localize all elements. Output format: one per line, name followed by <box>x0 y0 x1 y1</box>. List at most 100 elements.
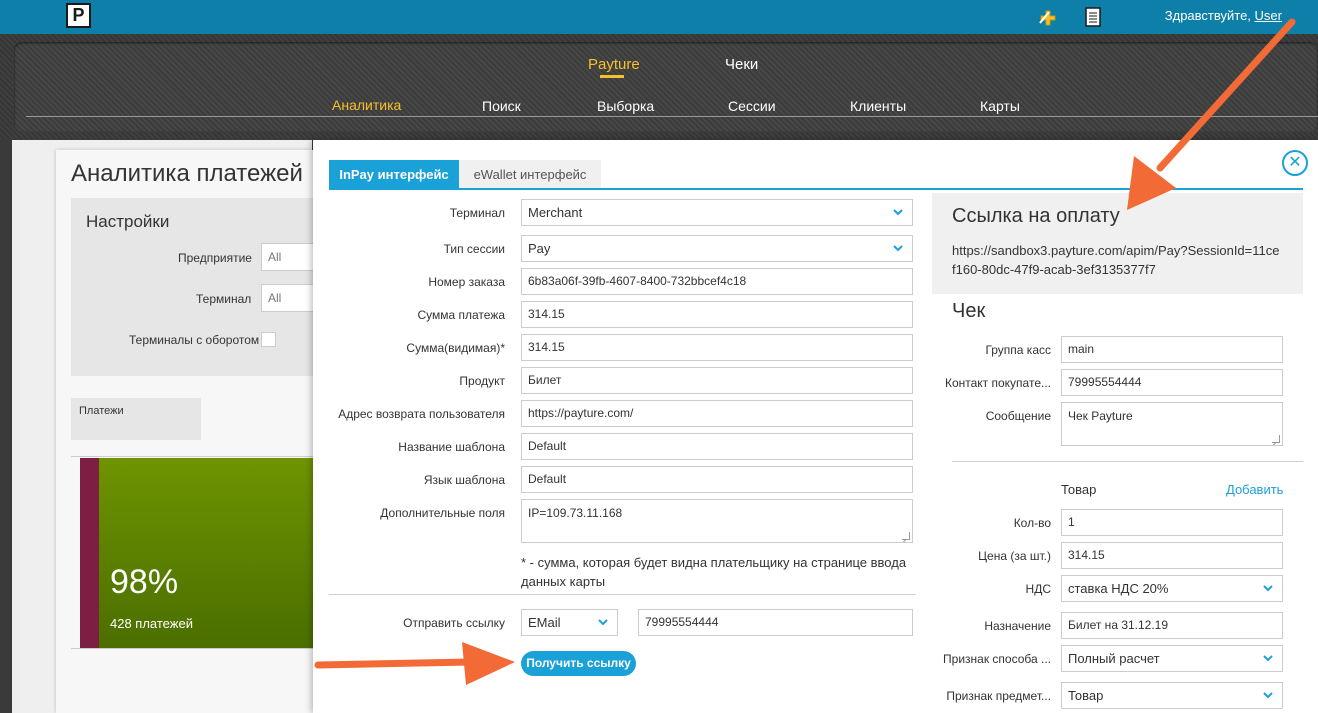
divider <box>329 594 916 595</box>
terminal-filter-select[interactable]: All <box>261 284 316 312</box>
app-logo[interactable]: P <box>66 3 91 28</box>
get-link-button[interactable]: Получить ссылку <box>521 651 636 676</box>
nav-sessions[interactable]: Сессии <box>728 98 776 114</box>
greeting-text: Здравствуйте, <box>1164 8 1251 23</box>
message-label: Сообщение <box>985 409 1051 423</box>
send-method-value: EMail <box>528 615 561 630</box>
greeting: Здравствуйте, User <box>1165 8 1282 23</box>
receipt-title: Чек <box>952 300 986 322</box>
return-url-input[interactable]: https://payture.com/ <box>521 400 913 427</box>
user-link[interactable]: User <box>1255 8 1282 23</box>
tile-count: 428 платежей <box>110 616 193 631</box>
nav-analytics[interactable]: Аналитика <box>332 97 401 113</box>
close-icon: ✕ <box>1288 154 1302 171</box>
close-button[interactable]: ✕ <box>1282 150 1308 176</box>
payment-method-select[interactable]: Полный расчет <box>1061 645 1283 672</box>
template-name-input[interactable]: Default <box>521 433 913 460</box>
visible-amount-input[interactable]: 314.15 <box>521 334 913 361</box>
session-type-label: Тип сессии <box>443 242 505 256</box>
buyer-contact-input[interactable]: 79995554444 <box>1061 369 1283 396</box>
turnover-label: Терминалы с оборотом <box>129 333 260 347</box>
template-lang-input[interactable]: Default <box>521 466 913 493</box>
vat-value: ставка НДС 20% <box>1068 581 1169 596</box>
goods-label: Товар <box>1061 482 1097 497</box>
chevron-down-icon <box>1263 692 1273 699</box>
nav-selection[interactable]: Выборка <box>597 98 654 114</box>
product-label: Продукт <box>459 374 505 388</box>
chevron-down-icon <box>598 619 608 626</box>
add-goods-link[interactable]: Добавить <box>1226 482 1283 497</box>
tab-ewallet[interactable]: eWallet интерфейс <box>459 160 601 189</box>
subject-value: Товар <box>1068 688 1104 703</box>
divider <box>71 648 313 649</box>
amount-label: Сумма платежа <box>417 308 505 322</box>
purpose-input[interactable]: Билет на 31.12.19 <box>1061 612 1283 639</box>
payments-label: Платежи <box>71 398 201 440</box>
extra-fields-label: Дополнительные поля <box>380 506 505 520</box>
nav-active-indicator <box>600 75 624 78</box>
buyer-contact-label: Контакт покупате... <box>944 376 1051 390</box>
payment-link-url[interactable]: https://sandbox3.payture.com/apim/Pay?Se… <box>952 241 1282 279</box>
nav-cards[interactable]: Карты <box>980 98 1020 114</box>
nav-payture[interactable]: Payture <box>588 56 640 73</box>
send-link-label: Отправить ссылку <box>403 616 505 630</box>
terminal-value: Merchant <box>528 205 583 220</box>
divider <box>952 461 1303 462</box>
navigation-panel <box>14 42 1318 132</box>
chevron-down-icon <box>893 209 903 216</box>
payment-link-box: Ссылка на оплату https://sandbox3.paytur… <box>932 193 1303 294</box>
document-icon[interactable] <box>1082 6 1104 28</box>
settings-title: Настройки <box>86 212 170 231</box>
send-target-input[interactable]: 79995554444 <box>638 609 913 636</box>
cash-group-input[interactable]: main <box>1061 336 1283 363</box>
product-input[interactable]: Билет <box>521 367 913 394</box>
price-input[interactable]: 314.15 <box>1061 542 1283 569</box>
amount-input[interactable]: 314.15 <box>521 301 913 328</box>
session-type-select[interactable]: Pay <box>521 235 913 262</box>
cash-group-label: Группа касс <box>985 343 1051 357</box>
tab-underline <box>329 188 1303 190</box>
tile-stripe <box>80 458 99 648</box>
extra-fields-value: IP=109.73.11.168 <box>528 506 623 520</box>
turnover-checkbox[interactable] <box>261 332 276 347</box>
terminal-filter-label: Терминал <box>196 292 252 306</box>
puzzle-plus-icon[interactable] <box>1037 6 1059 28</box>
subject-label: Признак предмет... <box>946 689 1051 703</box>
terminal-label: Терминал <box>449 206 505 220</box>
return-url-label: Адрес возврата пользователя <box>338 407 505 421</box>
vat-select[interactable]: ставка НДС 20% <box>1061 575 1283 602</box>
send-method-select[interactable]: EMail <box>521 609 618 636</box>
subject-select[interactable]: Товар <box>1061 682 1283 709</box>
top-bar: P Здравствуйте, User <box>0 0 1318 34</box>
payment-method-value: Полный расчет <box>1068 651 1160 666</box>
price-label: Цена (за шт.) <box>978 549 1051 563</box>
enterprise-label: Предприятие <box>178 251 252 265</box>
divider <box>71 456 313 457</box>
payment-method-label: Признак способа ... <box>943 652 1051 666</box>
visible-amount-label: Сумма(видимая)* <box>406 341 505 355</box>
session-type-value: Pay <box>528 241 551 256</box>
chevron-down-icon <box>1263 585 1273 592</box>
enterprise-select[interactable]: All <box>261 243 316 271</box>
tab-inpay[interactable]: InPay интерфейс <box>329 160 459 189</box>
order-number-input[interactable]: 6b83a06f-39fb-4607-8400-732bbcef4c18 <box>521 268 913 295</box>
resize-handle-icon[interactable] <box>902 532 910 540</box>
nav-receipts[interactable]: Чеки <box>725 56 758 73</box>
tile-percent: 98% <box>110 563 179 601</box>
resize-handle-icon[interactable] <box>1272 435 1280 443</box>
nav-divider <box>26 116 1318 117</box>
vat-label: НДС <box>1025 582 1051 596</box>
message-textarea[interactable]: Чек Payture <box>1061 402 1283 446</box>
extra-fields-textarea[interactable]: IP=109.73.11.168 <box>521 499 913 543</box>
chevron-down-icon <box>893 245 903 252</box>
purpose-label: Назначение <box>984 619 1051 633</box>
amount-note: * - сумма, которая будет видна плательщи… <box>521 555 907 589</box>
nav-clients[interactable]: Клиенты <box>850 98 906 114</box>
order-number-label: Номер заказа <box>428 275 505 289</box>
payments-tile[interactable]: 98% 428 платежей <box>80 458 313 648</box>
terminal-select[interactable]: Merchant <box>521 199 913 226</box>
message-value: Чек Payture <box>1068 409 1133 423</box>
payment-link-modal: InPay интерфейс eWallet интерфейс ✕ Терм… <box>313 140 1318 713</box>
nav-search[interactable]: Поиск <box>482 98 521 114</box>
qty-input[interactable]: 1 <box>1061 509 1283 536</box>
